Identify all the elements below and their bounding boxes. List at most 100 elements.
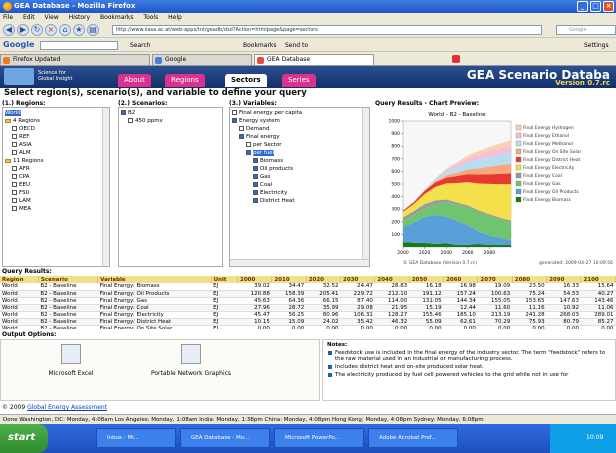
variables-tree-item[interactable]: Biomass [232,157,367,165]
close-tab-icon[interactable] [452,55,460,63]
regions-tree-item[interactable]: World [5,109,107,117]
checkbox[interactable] [232,118,237,123]
page-icon[interactable]: ▤ [87,24,99,36]
checkbox[interactable] [12,206,17,211]
bookmark-icon[interactable]: ★ [73,24,85,36]
column-header[interactable]: 2030 [340,276,376,283]
checkbox[interactable] [253,182,258,187]
variables-vscrollbar[interactable] [362,108,369,266]
checkbox[interactable] [239,126,244,131]
regions-scrollbar[interactable] [102,108,109,266]
tab-firefox-updated[interactable]: Firefox Updated [0,54,150,65]
tab-google[interactable]: Google [152,54,252,65]
checkbox[interactable] [246,142,251,147]
checkbox[interactable] [12,198,17,203]
column-header[interactable]: Variable [97,276,212,283]
regions-tree-item[interactable]: REF [5,133,107,141]
checkbox[interactable] [232,110,237,115]
menu-bookmarks[interactable]: Bookmarks [100,14,134,21]
checkbox[interactable] [12,190,17,195]
forward-icon[interactable]: ▶ [17,24,29,36]
column-header[interactable]: 2070 [477,276,513,283]
stop-icon[interactable]: × [45,24,57,36]
variables-tree-item[interactable]: Demand [232,125,367,133]
column-header[interactable]: 2010 [271,276,307,283]
column-header[interactable]: 2040 [374,276,410,283]
back-icon[interactable]: ◀ [3,24,15,36]
nav-sectors[interactable]: Sectors [225,74,267,87]
regions-tree-item[interactable]: MEA [5,205,107,213]
menu-help[interactable]: Help [168,14,182,21]
send-to-button[interactable]: Send to [285,42,308,49]
checkbox[interactable] [246,150,251,155]
close-button[interactable]: × [603,1,614,12]
regions-tree-item[interactable]: LAM [5,197,107,205]
maximize-button[interactable]: □ [590,1,601,12]
url-bar[interactable]: http://www.iiasa.ac.at/web-apps/tnt/gead… [112,25,542,35]
column-header[interactable]: 2080 [512,276,548,283]
column-header[interactable]: 2050 [409,276,445,283]
regions-tree-item[interactable]: EEU [5,181,107,189]
regions-tree-item[interactable]: OECD [5,125,107,133]
variables-tree-item[interactable]: Final energy [232,133,367,141]
google-search-button[interactable]: Search [130,42,151,49]
taskbar-item-firefox[interactable]: GEA Database - Mo... [180,428,270,448]
regions-tree-item[interactable]: ASIA [5,141,107,149]
regions-tree-item[interactable]: ALM [5,149,107,157]
settings-button[interactable]: Settings [584,42,609,49]
regions-tree-item[interactable]: FSU [5,189,107,197]
checkbox[interactable] [239,134,244,139]
column-header[interactable]: 2090 [546,276,582,283]
variables-tree-item[interactable]: Gas [232,173,367,181]
nav-regions[interactable]: Regions [165,74,205,87]
regions-tree-item[interactable]: 4 Regions [5,117,107,125]
checkbox[interactable] [253,174,258,179]
google-search-input[interactable] [40,41,118,50]
checkbox[interactable] [12,134,17,139]
variables-tree-item[interactable]: Oil products [232,165,367,173]
regions-tree-item[interactable]: CPA [5,173,107,181]
checkbox[interactable] [12,142,17,147]
tab-gea-database[interactable]: GEA Database [254,54,374,65]
checkbox[interactable] [121,110,126,115]
checkbox[interactable] [253,190,258,195]
column-header[interactable]: Scenario [38,276,99,283]
variables-tree-item[interactable]: Coal [232,181,367,189]
checkbox[interactable] [12,126,17,131]
column-header[interactable]: Region [0,276,39,283]
taskbar-item-inbox[interactable]: Inbox - Mi... [96,428,176,448]
taskbar-item-powerpoint[interactable]: Microsoft PowerPo... [274,428,364,448]
scenarios-tree-item[interactable]: B2 [121,109,220,117]
search-input[interactable]: Google [556,25,616,35]
regions-tree-item[interactable]: 11 Regions [5,157,107,165]
column-header[interactable]: 2060 [443,276,479,283]
menu-tools[interactable]: Tools [143,14,158,21]
column-header[interactable]: Unit [211,276,239,283]
home-icon[interactable]: ⌂ [59,24,71,36]
nav-series[interactable]: Series [282,74,316,87]
gea-link[interactable]: Global Energy Assessment [27,404,107,411]
checkbox[interactable] [253,198,258,203]
variables-tree-item[interactable]: Final energy per capita [232,109,367,117]
google-bookmarks-button[interactable]: Bookmarks [243,42,277,49]
nav-about[interactable]: About [118,74,151,87]
taskbar-item-acrobat[interactable]: Adobe Acrobat Prof... [368,428,458,448]
checkbox[interactable] [12,174,17,179]
checkbox[interactable] [253,158,258,163]
variables-hscrollbar[interactable] [230,259,369,266]
checkbox[interactable] [12,166,17,171]
menu-view[interactable]: View [45,14,59,21]
variables-tree-item[interactable]: per Sector [232,141,367,149]
menu-history[interactable]: History [69,14,90,21]
minimize-button[interactable]: _ [577,1,588,12]
checkbox[interactable] [128,118,133,123]
scenarios-tree-item[interactable]: 450 ppmv [121,117,220,125]
export-png-button[interactable]: Portable Network Graphics [136,344,246,377]
export-excel-button[interactable]: Microsoft Excel [31,344,111,377]
menu-edit[interactable]: Edit [23,14,35,21]
checkbox[interactable] [253,166,258,171]
checkbox[interactable] [12,150,17,155]
column-header[interactable]: 2100 [580,276,616,283]
menu-file[interactable]: File [3,14,13,21]
variables-tree-item[interactable]: Energy system [232,117,367,125]
